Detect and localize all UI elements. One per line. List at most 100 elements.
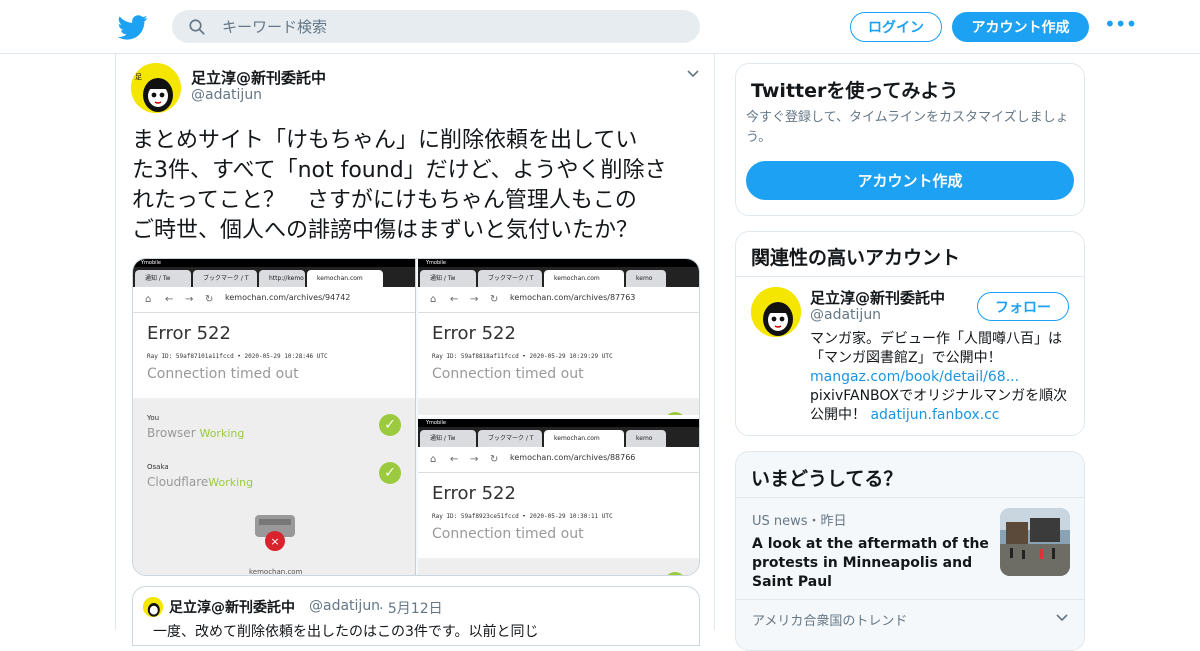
home-icon: ⌂ <box>430 294 437 305</box>
news-headline[interactable]: A look at the aftermath of the protests … <box>752 535 992 592</box>
quote-text: 一度、改めて削除依頼を出したのはこの3件です。以前と同じ <box>153 624 539 640</box>
browser-tab: kemochan.com <box>307 270 383 287</box>
author-handle[interactable]: @adatijun <box>191 87 262 103</box>
news-item[interactable]: US news・昨日 A look at the aftermath of th… <box>752 510 992 592</box>
login-button[interactable]: ログイン <box>850 12 942 42</box>
check-icon: ✓ <box>664 572 686 575</box>
chevron-down-icon[interactable] <box>685 66 701 82</box>
ray-id: Ray ID: 59af8923ce51fccd • 2020-05-29 10… <box>432 513 613 520</box>
media-image-top-right[interactable]: Ymobile 通知 / Tw ブックマーク / T kemochan.com … <box>418 259 699 417</box>
media-image-left[interactable]: Ymobile 通知 / Tw ブックマーク / T http://kemo k… <box>133 259 416 576</box>
media-grid[interactable]: Ymobile 通知 / Tw ブックマーク / T http://kemo k… <box>132 258 700 576</box>
signup-card: Twitterを使ってみよう 今すぐ登録して、タイムラインをカスタマイズしましょ… <box>735 63 1085 216</box>
ray-id: Ray ID: 59af87101a11fccd • 2020-05-29 10… <box>147 353 328 360</box>
bio-link[interactable]: mangaz.com/book/detail/68... <box>810 369 1019 385</box>
url-bar: ⌂ ← → ↻ kemochan.com/archives/87763 <box>418 287 699 313</box>
url-text: kemochan.com/archives/88766 <box>510 453 636 462</box>
reload-icon: ↻ <box>490 454 499 465</box>
cloudflare-status-value: Working <box>208 476 254 489</box>
divider <box>736 276 1084 277</box>
check-icon: ✓ <box>664 412 686 415</box>
media-image-bottom-right[interactable]: Ymobile 通知 / Tw ブックマーク / T kemochan.com … <box>418 419 699 575</box>
tweet-text-line: れたってこと？ さすがにけもちゃん管理人もこの <box>132 188 637 213</box>
twitter-bird-icon[interactable] <box>118 12 148 42</box>
quoted-tweet[interactable]: 足立淳@新刊委託中 @adatijun · 5月12日 一度、改めて削除依頼を出… <box>132 586 700 646</box>
forward-icon: → <box>470 454 479 465</box>
check-icon: ✓ <box>379 414 401 436</box>
news-thumbnail[interactable] <box>1000 508 1070 576</box>
cloudflare-status: CloudflareWorking <box>147 475 253 489</box>
tweet-column: 足 足立淳@新刊委託中 @adatijun まとめサイト「けもちゃん」に削除依頼… <box>115 54 715 646</box>
chevron-down-icon[interactable] <box>1054 610 1070 626</box>
avatar[interactable]: 足 <box>131 63 181 113</box>
status-bar: Ymobile <box>133 259 415 267</box>
author-name[interactable]: 足立淳@新刊委託中 <box>191 67 326 88</box>
trends-card: いまどうしてる？ US news・昨日 A look at the afterm… <box>735 451 1085 651</box>
related-bio: マンガ家。デビュー作「人間噂八百」は「マンガ図書館Z」で公開中！ mangaz.… <box>810 330 1072 425</box>
tweet-text-line: た3件、すべて「not found」だけど、ようやく削除さ <box>132 158 667 183</box>
error-message: Connection timed out <box>147 366 299 382</box>
url-text: kemochan.com/archives/94742 <box>225 293 351 302</box>
browser-tab: ブックマーク / T <box>478 270 542 287</box>
tweet-text: まとめサイト「けもちゃん」に削除依頼を出してい た3件、すべて「not foun… <box>132 126 702 246</box>
signup-button[interactable]: アカウント作成 <box>952 12 1089 42</box>
status-bar: Ymobile <box>418 419 699 427</box>
browser-tab: kemo <box>626 270 666 287</box>
forward-icon: → <box>470 294 479 305</box>
avatar-image <box>751 287 801 337</box>
status-panel: You Browser Working ✓ Osaka CloudflareWo… <box>133 400 415 576</box>
error-title: Error 522 <box>432 323 516 344</box>
related-handle[interactable]: @adatijun <box>810 307 881 323</box>
browser-tab: http://kemo <box>259 270 305 287</box>
browser-label: Browser <box>147 426 196 440</box>
browser-tabs: 通知 / Tw ブックマーク / T http://kemo kemochan.… <box>133 267 415 287</box>
status-bar: Ymobile <box>418 259 699 267</box>
error-block: Error 522 Ray ID: 59af87101a11fccd • 202… <box>133 313 415 398</box>
quote-author-name: 足立淳@新刊委託中 <box>169 600 295 616</box>
quote-author-handle: @adatijun <box>309 598 381 614</box>
related-avatar[interactable] <box>751 287 801 337</box>
url-bar: ⌂ ← → ↻ kemochan.com/archives/94742 <box>133 287 415 313</box>
browser-tab: kemo <box>626 430 666 447</box>
error-block: Error 522 Ray ID: 59af8923ce51fccd • 202… <box>418 473 699 558</box>
search-box[interactable] <box>172 10 700 43</box>
browser-tab: ブックマーク / T <box>193 270 257 287</box>
browser-tab: kemochan.com <box>544 270 624 287</box>
news-source: US news・昨日 <box>752 514 847 529</box>
back-icon: ← <box>450 294 459 305</box>
top-bar: ログイン アカウント作成 ••• <box>0 0 1200 54</box>
related-name[interactable]: 足立淳@新刊委託中 <box>810 287 945 308</box>
server-error-icon: × <box>255 515 295 551</box>
browser-tab: ブックマーク / T <box>478 430 542 447</box>
signup-card-title: Twitterを使ってみよう <box>751 80 959 102</box>
forward-icon: → <box>185 294 194 305</box>
trend-region: アメリカ合衆国のトレンド <box>752 614 908 629</box>
search-icon <box>189 19 205 35</box>
home-icon: ⌂ <box>145 294 152 305</box>
bio-link[interactable]: adatijun.fanbox.cc <box>870 407 999 423</box>
url-bar: ⌂ ← → ↻ kemochan.com/archives/88766 <box>418 447 699 473</box>
tweet-text-line: まとめサイト「けもちゃん」に削除依頼を出してい <box>132 128 638 153</box>
create-account-button[interactable]: アカウント作成 <box>746 161 1074 200</box>
divider <box>736 599 1084 600</box>
ray-id: Ray ID: 59af8818af11fccd • 2020-05-29 10… <box>432 353 613 360</box>
quote-date: · 5月12日 <box>379 601 443 617</box>
back-icon: ← <box>450 454 459 465</box>
error-message: Connection timed out <box>432 526 584 542</box>
browser-tab: 通知 / Tw <box>420 270 476 287</box>
osaka-label: Osaka <box>147 463 169 471</box>
trends-title: いまどうしてる？ <box>751 468 903 490</box>
browser-tab: 通知 / Tw <box>135 270 191 287</box>
search-input[interactable] <box>222 10 682 43</box>
host-domain: kemochan.com <box>249 568 303 576</box>
follow-button[interactable]: フォロー <box>977 292 1069 321</box>
cloudflare-label: Cloudflare <box>147 475 209 489</box>
bio-text: マンガ家。デビュー作「人間噂八百」は「マンガ図書館Z」で公開中！ <box>810 331 1062 366</box>
more-icon[interactable]: ••• <box>1104 14 1137 34</box>
related-card-title: 関連性の高いアカウント <box>751 247 961 269</box>
back-icon: ← <box>165 294 174 305</box>
reload-icon: ↻ <box>205 294 214 305</box>
you-label: You <box>147 414 160 422</box>
svg-text:×: × <box>270 535 279 548</box>
browser-tab: 通知 / Tw <box>420 430 476 447</box>
